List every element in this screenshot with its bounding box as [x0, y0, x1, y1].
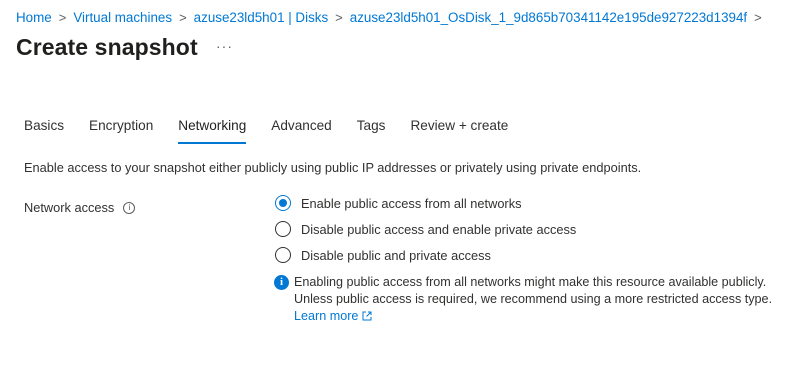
info-icon: i: [274, 275, 289, 290]
tab-networking[interactable]: Networking: [178, 118, 247, 144]
network-access-label: Network access i: [24, 200, 136, 215]
breadcrumb-vm-disks[interactable]: azuse23ld5h01 | Disks: [194, 10, 329, 25]
networking-description: Enable access to your snapshot either pu…: [24, 160, 642, 175]
tab-tags[interactable]: Tags: [357, 118, 386, 142]
chevron-right-icon: >: [58, 9, 67, 25]
info-message: Enabling public access from all networks…: [294, 274, 774, 325]
radio-label: Disable public and private access: [301, 247, 491, 263]
radio-disable-public-enable-private[interactable]: Disable public access and enable private…: [275, 221, 576, 237]
radio-label: Disable public access and enable private…: [301, 221, 577, 237]
tab-basics[interactable]: Basics: [24, 118, 64, 142]
radio-enable-public-access[interactable]: Enable public access from all networks: [275, 195, 522, 211]
chevron-right-icon: >: [754, 9, 762, 25]
more-options-icon[interactable]: ···: [216, 38, 233, 54]
radio-button[interactable]: [275, 247, 291, 263]
chevron-right-icon: >: [179, 9, 187, 25]
tab-encryption[interactable]: Encryption: [89, 118, 153, 142]
breadcrumb-home[interactable]: Home: [16, 10, 52, 25]
radio-button[interactable]: [275, 221, 291, 237]
breadcrumb: Home > Virtual machines > azuse23ld5h01 …: [16, 8, 769, 26]
info-icon[interactable]: i: [123, 201, 136, 214]
network-access-label-text: Network access: [24, 200, 115, 215]
external-link-icon: [362, 311, 372, 321]
chevron-right-icon: >: [335, 9, 343, 25]
tab-review-create[interactable]: Review + create: [410, 118, 508, 142]
tab-bar: Basics Encryption Networking Advanced Ta…: [24, 118, 533, 148]
radio-label: Enable public access from all networks: [301, 195, 522, 211]
learn-more-link[interactable]: Learn more: [294, 309, 372, 323]
breadcrumb-virtual-machines[interactable]: Virtual machines: [73, 10, 172, 25]
breadcrumb-os-disk[interactable]: azuse23ld5h01_OsDisk_1_9d865b70341142e19…: [350, 10, 747, 25]
learn-more-label: Learn more: [294, 309, 359, 323]
radio-disable-public-private[interactable]: Disable public and private access: [275, 247, 491, 263]
tab-advanced[interactable]: Advanced: [271, 118, 331, 142]
info-message-text: Enabling public access from all networks…: [294, 275, 773, 306]
page-title: Create snapshot: [16, 34, 198, 60]
radio-button-selected[interactable]: [275, 195, 291, 211]
